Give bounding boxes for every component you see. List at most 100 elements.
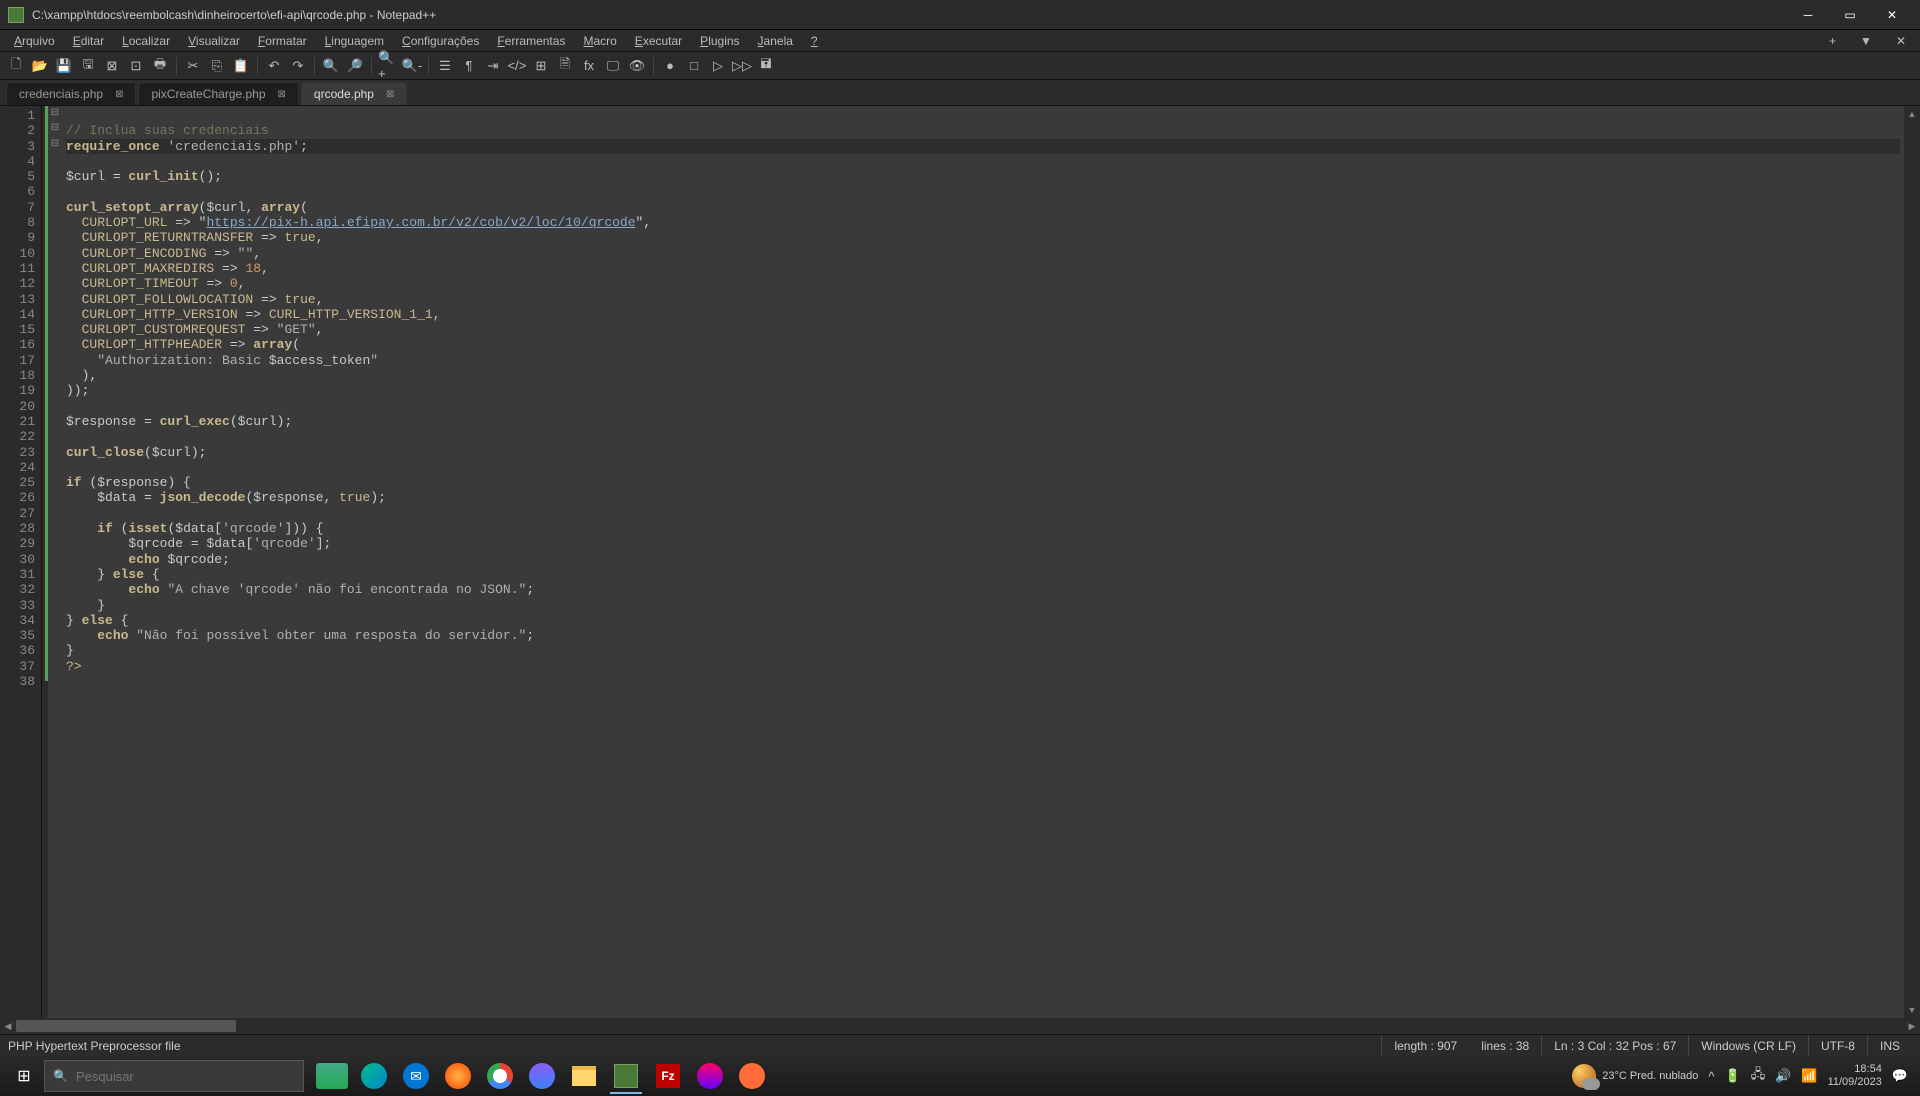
open-file-icon[interactable]: 📂 bbox=[30, 56, 50, 76]
maximize-button[interactable]: ▭ bbox=[1830, 2, 1870, 28]
taskbar-postman[interactable] bbox=[732, 1058, 772, 1094]
monitor-icon[interactable]: 🖵 bbox=[603, 56, 623, 76]
map-icon[interactable]: ⊞ bbox=[531, 56, 551, 76]
paragraph-icon[interactable]: ¶ bbox=[459, 56, 479, 76]
tab-close-icon[interactable]: ⊠ bbox=[115, 89, 123, 100]
undo-icon[interactable]: ↶ bbox=[264, 56, 284, 76]
new-file-icon[interactable]: 🗋 bbox=[6, 56, 26, 76]
close-button[interactable]: ✕ bbox=[1872, 2, 1912, 28]
print-icon[interactable]: 🖶 bbox=[150, 56, 170, 76]
menu-executar[interactable]: Executar bbox=[627, 32, 690, 50]
status-language: PHP Hypertext Preprocessor file bbox=[8, 1035, 1381, 1056]
eye-icon[interactable]: 👁 bbox=[627, 56, 647, 76]
tray-chevron-icon[interactable]: ^ bbox=[1708, 1069, 1714, 1084]
menu-triangle-icon[interactable]: ▼ bbox=[1852, 32, 1880, 50]
menu-macro[interactable]: Macro bbox=[575, 32, 624, 50]
taskbar-filezilla[interactable]: Fz bbox=[648, 1058, 688, 1094]
close-file-icon[interactable]: ⊠ bbox=[102, 56, 122, 76]
copy-icon[interactable]: ⎘ bbox=[207, 56, 227, 76]
find-icon[interactable]: 🔍 bbox=[321, 56, 341, 76]
windows-taskbar: ⊞ 🔍 ✉ Fz 23°C Pred. nublado ^ 🔋 🖧 🔊 📶 18… bbox=[0, 1056, 1920, 1096]
taskbar-app1[interactable] bbox=[522, 1058, 562, 1094]
tab-bar: credenciais.php⊠pixCreateCharge.php⊠qrco… bbox=[0, 80, 1920, 106]
fast-forward-icon[interactable]: ▷▷ bbox=[732, 56, 752, 76]
wordwrap-icon[interactable]: ☰ bbox=[435, 56, 455, 76]
menu-plus-icon[interactable]: + bbox=[1821, 32, 1844, 50]
status-lines: lines : 38 bbox=[1469, 1035, 1541, 1056]
weather-widget[interactable]: 23°C Pred. nublado bbox=[1572, 1064, 1698, 1088]
code-icon[interactable]: </> bbox=[507, 56, 527, 76]
taskbar-clock[interactable]: 18:54 11/09/2023 bbox=[1828, 1063, 1882, 1089]
taskbar-app2[interactable] bbox=[690, 1058, 730, 1094]
fold-gutter: ⊟⊟⊟ bbox=[48, 106, 62, 1018]
indent-icon[interactable]: ⇥ bbox=[483, 56, 503, 76]
scroll-up-icon[interactable]: ▲ bbox=[1904, 106, 1920, 122]
zoom-in-icon[interactable]: 🔍+ bbox=[378, 56, 398, 76]
taskbar-notepadpp[interactable] bbox=[606, 1058, 646, 1094]
menu-formatar[interactable]: Formatar bbox=[250, 32, 315, 50]
tray-volume-icon[interactable]: 🔊 bbox=[1775, 1068, 1791, 1084]
menu-x-icon[interactable]: ✕ bbox=[1888, 32, 1914, 50]
save-all-icon[interactable]: 🖫 bbox=[78, 56, 98, 76]
tab-qrcode.php[interactable]: qrcode.php⊠ bbox=[301, 82, 407, 105]
menu-visualizar[interactable]: Visualizar bbox=[180, 32, 248, 50]
taskbar-edge[interactable] bbox=[354, 1058, 394, 1094]
function-icon[interactable]: fx bbox=[579, 56, 599, 76]
search-icon: 🔍 bbox=[53, 1069, 68, 1083]
play-icon[interactable]: ▷ bbox=[708, 56, 728, 76]
menu-plugins[interactable]: Plugins bbox=[692, 32, 747, 50]
minimize-button[interactable]: ─ bbox=[1788, 2, 1828, 28]
scroll-down-icon[interactable]: ▼ bbox=[1904, 1002, 1920, 1018]
taskbar-firefox[interactable] bbox=[438, 1058, 478, 1094]
menu-localizar[interactable]: Localizar bbox=[114, 32, 178, 50]
taskbar-chrome[interactable] bbox=[480, 1058, 520, 1094]
taskbar-mail[interactable]: ✉ bbox=[396, 1058, 436, 1094]
menu-?[interactable]: ? bbox=[803, 32, 826, 50]
save-macro-icon[interactable]: 🖬 bbox=[756, 56, 776, 76]
toolbar-separator bbox=[653, 57, 654, 75]
title-bar: C:\xampp\htdocs\reembolcash\dinheirocert… bbox=[0, 0, 1920, 30]
tray-network-icon[interactable]: 🖧 bbox=[1751, 1065, 1766, 1087]
taskbar-search[interactable]: 🔍 bbox=[44, 1060, 304, 1092]
taskbar-explorer[interactable] bbox=[564, 1058, 604, 1094]
replace-icon[interactable]: 🔎 bbox=[345, 56, 365, 76]
record-icon[interactable]: ● bbox=[660, 56, 680, 76]
scroll-thumb[interactable] bbox=[16, 1020, 236, 1032]
toolbar-separator bbox=[428, 57, 429, 75]
scroll-right-icon[interactable]: ▶ bbox=[1904, 1021, 1920, 1032]
tray-wifi-icon[interactable]: 📶 bbox=[1801, 1068, 1817, 1084]
menu-janela[interactable]: Janela bbox=[750, 32, 801, 50]
redo-icon[interactable]: ↷ bbox=[288, 56, 308, 76]
code-editor[interactable]: // Inclua suas credenciaisrequire_once '… bbox=[62, 106, 1904, 1018]
close-all-icon[interactable]: ⊡ bbox=[126, 56, 146, 76]
tab-label: credenciais.php bbox=[19, 87, 103, 101]
window-title: C:\xampp\htdocs\reembolcash\dinheirocert… bbox=[32, 8, 1788, 22]
tab-close-icon[interactable]: ⊠ bbox=[278, 89, 286, 100]
menu-arquivo[interactable]: Arquivo bbox=[6, 32, 63, 50]
paste-icon[interactable]: 📋 bbox=[231, 56, 251, 76]
search-input[interactable] bbox=[76, 1069, 295, 1084]
horizontal-scrollbar[interactable]: ◀ ▶ bbox=[0, 1018, 1920, 1034]
menu-linguagem[interactable]: Linguagem bbox=[317, 32, 392, 50]
zoom-out-icon[interactable]: 🔍- bbox=[402, 56, 422, 76]
menu-editar[interactable]: Editar bbox=[65, 32, 112, 50]
weather-text: 23°C Pred. nublado bbox=[1602, 1070, 1698, 1082]
tray-notifications-icon[interactable]: 💬 bbox=[1892, 1068, 1908, 1084]
tab-close-icon[interactable]: ⊠ bbox=[386, 89, 394, 100]
status-eol: Windows (CR LF) bbox=[1688, 1035, 1808, 1056]
menu-ferramentas[interactable]: Ferramentas bbox=[489, 32, 573, 50]
cut-icon[interactable]: ✂ bbox=[183, 56, 203, 76]
stop-icon[interactable]: □ bbox=[684, 56, 704, 76]
taskbar-weather-widget[interactable] bbox=[312, 1058, 352, 1094]
menu-bar: ArquivoEditarLocalizarVisualizarFormatar… bbox=[0, 30, 1920, 52]
vertical-scrollbar[interactable]: ▲ ▼ bbox=[1904, 106, 1920, 1018]
save-icon[interactable]: 💾 bbox=[54, 56, 74, 76]
start-button[interactable]: ⊞ bbox=[4, 1058, 44, 1094]
tab-pixCreateCharge.php[interactable]: pixCreateCharge.php⊠ bbox=[138, 82, 298, 105]
clock-time: 18:54 bbox=[1828, 1063, 1882, 1076]
scroll-left-icon[interactable]: ◀ bbox=[0, 1021, 16, 1032]
tab-credenciais.php[interactable]: credenciais.php ⊠ bbox=[6, 82, 136, 105]
doc-icon[interactable]: 🗎 bbox=[555, 56, 575, 76]
menu-configurações[interactable]: Configurações bbox=[394, 32, 487, 50]
tray-battery-icon[interactable]: 🔋 bbox=[1725, 1068, 1741, 1084]
